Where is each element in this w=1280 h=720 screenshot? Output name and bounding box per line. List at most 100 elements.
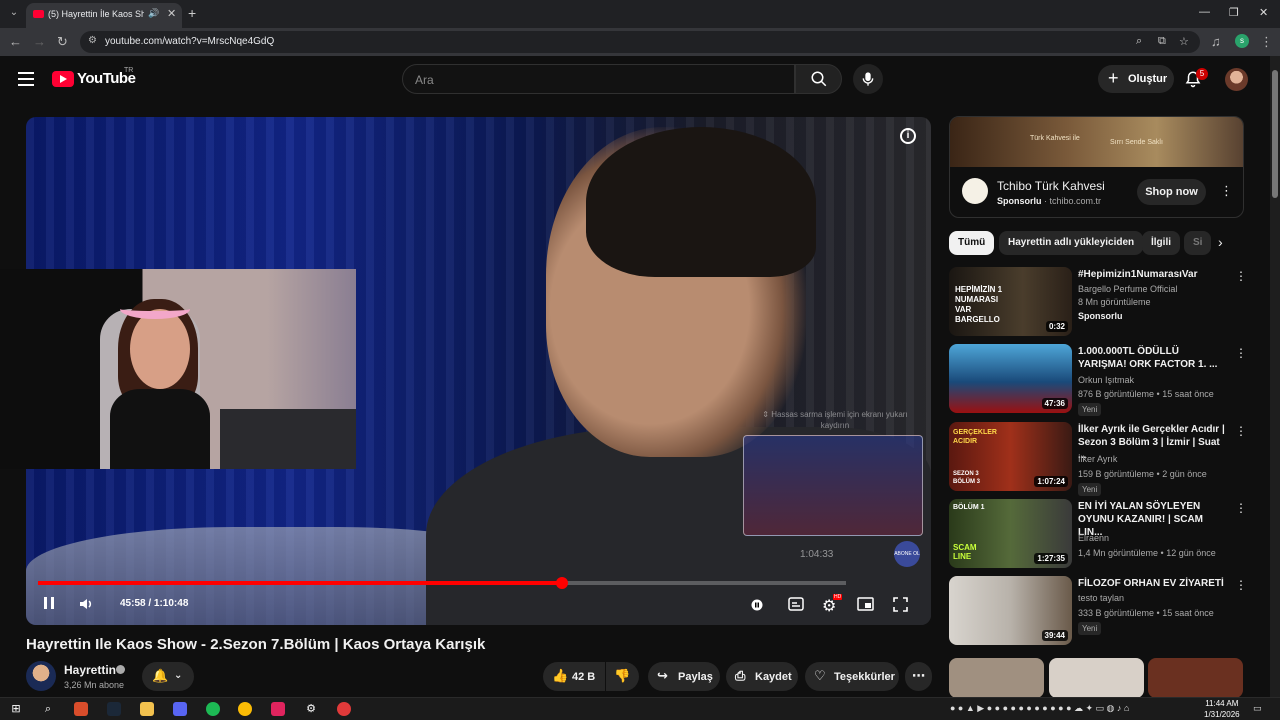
search-icon[interactable]: ⌕ — [41, 702, 55, 716]
voice-search-button[interactable] — [853, 64, 883, 94]
recommendation-title[interactable]: 1.000.000TL ÖDÜLLÜ YARIŞMA! ORK FACTOR 1… — [1078, 345, 1228, 371]
recommendation-thumbnail[interactable]: HEPİMİZİN 1 NUMARASI VAR BARGELLO 0:32 — [949, 267, 1072, 336]
subscription-bell-button[interactable]: 🔔 ⌄ — [142, 662, 194, 691]
shop-now-button[interactable]: Shop now — [1137, 179, 1206, 205]
recommendation-channel[interactable]: testo taylan — [1078, 593, 1124, 603]
url-text: youtube.com/watch?v=MrscNqe4GdQ — [105, 36, 275, 47]
recommendation-item[interactable]: 47:36 1.000.000TL ÖDÜLLÜ YARIŞMA! ORK FA… — [949, 344, 1249, 416]
short-thumbnail[interactable] — [949, 658, 1044, 697]
address-bar[interactable]: ⚙ youtube.com/watch?v=MrscNqe4GdQ ⌕ ⧉ ☆ — [80, 31, 1200, 53]
ad-brand-logo[interactable] — [962, 178, 988, 204]
speaker-icon[interactable]: 🔊 — [148, 8, 159, 19]
recommendation-item[interactable]: HEPİMİZİN 1 NUMARASI VAR BARGELLO 0:32 #… — [949, 267, 1249, 337]
recommendation-item[interactable]: 39:44 FİLOZOF ORHAN EV ZİYARETİ testo ta… — [949, 576, 1249, 646]
recommendation-item[interactable]: BÖLÜM 1 SCAM LINE 1:27:35 EN İYİ YALAN S… — [949, 499, 1249, 569]
obs-icon[interactable] — [337, 702, 351, 716]
recommendation-channel[interactable]: Bargello Perfume Official — [1078, 284, 1177, 294]
tab-search-icon[interactable]: ⌄ — [6, 5, 22, 21]
taskbar-clock[interactable]: 11:44 AM 1/31/2026 — [1204, 698, 1240, 720]
recommendation-channel[interactable]: Elraenn — [1078, 533, 1109, 543]
info-icon[interactable]: i — [900, 128, 916, 144]
new-tab-icon[interactable]: + — [188, 5, 196, 21]
short-thumbnail[interactable] — [1049, 658, 1144, 697]
create-button[interactable]: + Oluştur — [1098, 65, 1174, 93]
chip-related[interactable]: İlgili — [1142, 231, 1180, 255]
site-info-icon[interactable]: ⚙ — [88, 35, 97, 46]
share-button[interactable]: ↪ Paylaş — [648, 662, 720, 691]
short-thumbnail[interactable] — [1148, 658, 1243, 697]
miniplayer-button[interactable] — [857, 597, 874, 614]
reload-icon[interactable]: ↻ — [57, 34, 68, 50]
recommendation-item[interactable]: GERÇEKLER ACIDIR SEZON 3 BÖLÜM 3 1:07:24… — [949, 422, 1249, 496]
brave-browser-icon[interactable] — [74, 702, 88, 716]
app-icon[interactable] — [271, 702, 285, 716]
more-vertical-icon[interactable]: ⋮ — [1235, 269, 1247, 283]
save-button[interactable]: ⎙ Kaydet — [726, 662, 798, 691]
chip-all[interactable]: Tümü — [949, 231, 995, 255]
subtitles-button[interactable] — [788, 597, 804, 614]
sponsored-ad-card[interactable]: Türk Kahvesi ile Sırrı Sende Saklı Tchib… — [949, 116, 1244, 218]
ad-banner[interactable]: Türk Kahvesi ile Sırrı Sende Saklı — [950, 117, 1243, 167]
search-input[interactable]: Ara — [402, 64, 795, 94]
clock-time: 11:44 AM — [1205, 699, 1239, 708]
volume-button[interactable] — [78, 596, 94, 615]
zoom-icon[interactable]: ⌕ — [1136, 35, 1142, 48]
steam-icon[interactable] — [107, 702, 121, 716]
minimize-icon[interactable]: — — [1199, 6, 1210, 18]
chip-more[interactable]: Si — [1184, 231, 1211, 255]
recommendation-thumbnail[interactable]: BÖLÜM 1 SCAM LINE 1:27:35 — [949, 499, 1072, 568]
subscribe-watermark[interactable]: ABONE OL — [894, 541, 920, 567]
recommendation-thumbnail[interactable]: GERÇEKLER ACIDIR SEZON 3 BÖLÜM 3 1:07:24 — [949, 422, 1072, 491]
restore-icon[interactable]: ❐ — [1229, 6, 1239, 19]
recommendation-title[interactable]: FİLOZOF ORHAN EV ZİYARETİ — [1078, 577, 1228, 590]
page-scrollbar[interactable] — [1270, 56, 1280, 697]
back-icon[interactable]: ← — [9, 34, 22, 49]
install-app-icon[interactable]: ⧉ — [1158, 35, 1166, 48]
chevron-right-icon[interactable]: › — [1218, 234, 1223, 250]
media-control-icon[interactable]: ♫ — [1211, 34, 1221, 49]
fullscreen-button[interactable] — [893, 597, 908, 615]
recommendation-shorts-row[interactable] — [949, 658, 1249, 697]
more-vertical-icon[interactable]: ⋮ — [1235, 346, 1247, 360]
settings-gear-icon[interactable]: ⚙ — [304, 702, 318, 716]
recommendation-title[interactable]: #Hepimizin1NumarasıVar — [1078, 268, 1228, 281]
menu-icon[interactable] — [18, 72, 34, 86]
thanks-button[interactable]: ♡ Teşekkürler — [805, 662, 899, 691]
bookmark-star-icon[interactable]: ☆ — [1179, 35, 1189, 48]
discord-icon[interactable] — [173, 702, 187, 716]
notification-center-icon[interactable]: ▭ — [1253, 703, 1262, 714]
dislike-button[interactable]: 👎 — [606, 662, 639, 691]
spotify-icon[interactable] — [206, 702, 220, 716]
forward-icon[interactable]: → — [33, 34, 46, 49]
file-explorer-icon[interactable] — [140, 702, 154, 716]
recommendation-thumbnail[interactable]: 39:44 — [949, 576, 1072, 645]
recommendation-channel[interactable]: Orkun Işıtmak — [1078, 375, 1134, 385]
more-vertical-icon[interactable]: ⋮ — [1235, 424, 1247, 438]
ad-more-icon[interactable]: ⋮ — [1220, 183, 1233, 199]
channel-avatar[interactable] — [26, 661, 56, 691]
pause-button[interactable] — [42, 596, 56, 613]
user-avatar[interactable] — [1225, 68, 1248, 91]
recommendation-thumbnail[interactable]: 47:36 — [949, 344, 1072, 413]
channel-name[interactable]: Hayrettin — [64, 663, 116, 677]
browser-menu-icon[interactable]: ⋮ — [1260, 34, 1273, 50]
windows-start-icon[interactable]: ⊞ — [9, 702, 23, 716]
recommendation-channel[interactable]: İlker Ayrık — [1078, 454, 1117, 464]
ad-name[interactable]: Tchibo Türk Kahvesi — [997, 179, 1105, 193]
settings-button[interactable]: ⚙ HD — [822, 594, 843, 616]
tab-close-icon[interactable]: ✕ — [167, 7, 176, 20]
like-button[interactable]: 👍 42 B — [543, 662, 605, 691]
more-vertical-icon[interactable]: ⋮ — [1235, 501, 1247, 515]
chrome-icon[interactable] — [238, 702, 252, 716]
search-button[interactable] — [795, 64, 842, 94]
autoplay-toggle[interactable] — [751, 599, 765, 614]
scrollbar-thumb[interactable] — [1272, 70, 1278, 198]
chip-from-uploader[interactable]: Hayrettin adlı yükleyiciden — [999, 231, 1144, 255]
more-actions-button[interactable]: ⋯ — [905, 662, 932, 691]
progress-bar[interactable] — [38, 577, 846, 589]
window-close-icon[interactable]: ✕ — [1259, 6, 1268, 19]
more-vertical-icon[interactable]: ⋮ — [1235, 578, 1247, 592]
system-tray-icons[interactable]: ● ● ▲ ▶ ● ● ● ● ● ● ● ● ● ● ● ☁ ✦ ▭ ◍ ♪ … — [950, 703, 1129, 714]
profile-avatar-icon[interactable]: s — [1235, 34, 1249, 48]
browser-tab[interactable]: (5) Hayrettin İle Kaos Show 🔊 ✕ — [26, 3, 182, 28]
